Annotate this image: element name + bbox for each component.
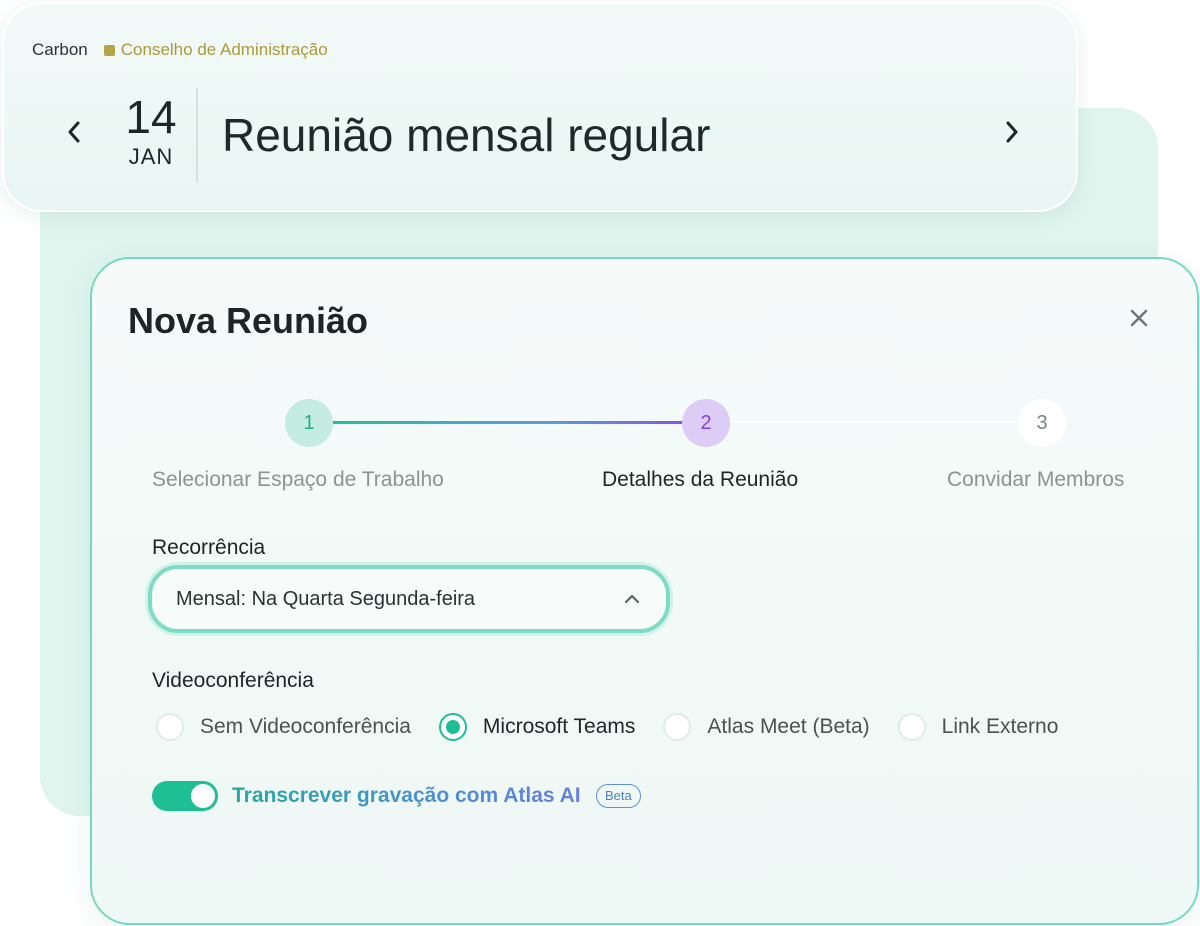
recurrence-value: Mensal: Na Quarta Segunda-feira [176,587,476,610]
new-meeting-modal: Nova Reunião 1 2 3 Selecionar Espaço de … [90,257,1199,925]
radio-label: Link Externo [941,715,1059,738]
radio-dot [445,720,460,734]
previous-meeting-button[interactable] [56,114,92,150]
step-1-indicator[interactable]: 1 [285,399,333,447]
radio-circle[interactable] [156,713,184,741]
date-month: JAN [128,144,174,169]
videoconference-options: Sem Videoconferência Microsoft Teams Atl… [156,711,1086,743]
step-2-indicator[interactable]: 2 [682,399,730,447]
chevron-up-icon [624,594,640,604]
meeting-title: Reunião mensal regular [222,109,711,161]
chevron-left-icon [68,121,80,143]
breadcrumb-root[interactable]: Carbon [32,40,88,60]
radio-external-link[interactable]: Link Externo [897,713,1059,741]
org-color-dot [103,44,115,56]
recurrence-label: Recorrência [152,536,266,559]
date-day: 14 [125,91,177,143]
radio-circle[interactable] [897,713,926,741]
meeting-date: 14 JAN [116,92,186,170]
stepper-pending-line [728,421,1024,423]
close-icon [1130,309,1148,327]
step-3-indicator[interactable]: 3 [1018,399,1066,447]
recurrence-select[interactable]: Mensal: Na Quarta Segunda-feira [148,565,670,633]
transcription-toggle[interactable] [152,781,218,811]
toggle-knob [191,784,215,808]
radio-label: Sem Videoconferência [200,715,411,738]
beta-badge: Beta [596,784,641,808]
next-meeting-button[interactable] [994,114,1030,150]
close-button[interactable] [1126,305,1152,331]
meeting-header-card: Carbon Conselho de Administração 14 JAN … [2,2,1078,212]
step-2-label: Detalhes da Reunião [602,468,799,491]
radio-circle[interactable] [663,713,692,741]
radio-circle-checked[interactable] [438,713,467,741]
step-3-label: Convidar Membros [947,468,1125,491]
breadcrumb: Carbon Conselho de Administração [32,40,328,60]
radio-atlas-meet[interactable]: Atlas Meet (Beta) [663,713,870,741]
divider [196,88,198,182]
radio-label: Atlas Meet (Beta) [707,715,870,738]
radio-microsoft-teams[interactable]: Microsoft Teams [438,713,636,741]
stepper-progress-line [330,421,700,424]
transcription-label: Transcrever gravação com Atlas AI [232,784,581,807]
radio-label: Microsoft Teams [482,715,636,738]
videoconference-label: Videoconferência [152,669,314,692]
breadcrumb-org[interactable]: Conselho de Administração [121,40,328,60]
modal-title: Nova Reunião [128,300,369,341]
step-1-label: Selecionar Espaço de Trabalho [152,468,444,491]
chevron-right-icon [1006,121,1018,143]
radio-no-video[interactable]: Sem Videoconferência [156,713,411,741]
